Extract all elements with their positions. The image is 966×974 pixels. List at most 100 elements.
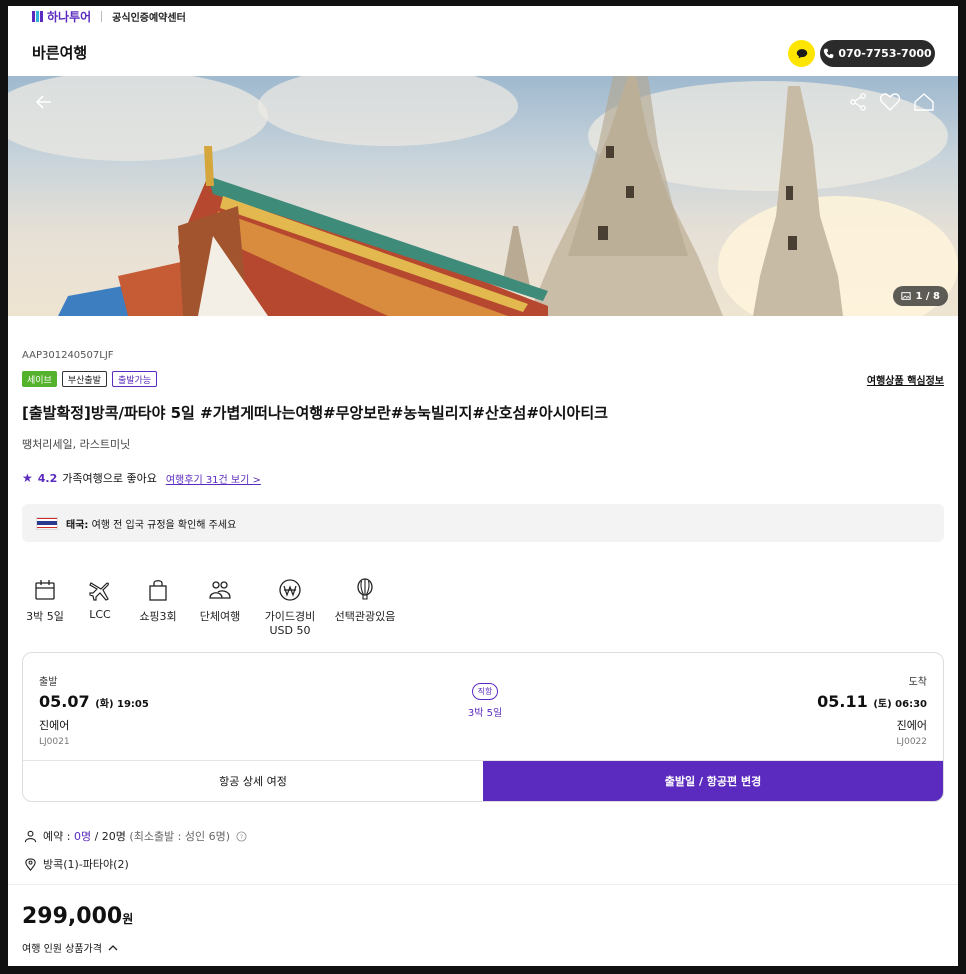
- home-icon: [914, 93, 934, 111]
- departure-info: 출발 05.07 (화) 19:05 진에어 LJ0021: [39, 673, 149, 747]
- airplane-icon: [89, 582, 109, 601]
- feature-label: 쇼핑3회: [139, 610, 177, 623]
- rating-score: 4.2: [37, 471, 58, 485]
- feature-label: LCC: [89, 608, 111, 621]
- flight-card: 출발 05.07 (화) 19:05 진에어 LJ0021 직항 3박 5일 도…: [22, 652, 944, 802]
- arrival-time: (토) 06:30: [873, 699, 927, 710]
- arrival-date: 05.11: [817, 692, 868, 711]
- feature-optional-tour: 선택관광있음: [328, 578, 402, 637]
- price-unit: 원: [122, 912, 134, 926]
- badge-available: 출발가능: [111, 371, 158, 387]
- booking-label: 예약 :: [43, 830, 71, 843]
- review-link[interactable]: 여행후기 31건 보기 >: [166, 471, 261, 486]
- change-flight-button[interactable]: 출발일 / 항공편 변경: [483, 761, 943, 801]
- brand-cert-label: 공식인증예약센터: [112, 13, 186, 24]
- section-divider: [8, 884, 958, 885]
- arrival-airline: 진에어: [896, 719, 927, 732]
- star-icon: ★: [22, 471, 33, 485]
- notice-country: 태국:: [66, 519, 89, 531]
- image-counter[interactable]: 1 / 8: [893, 286, 948, 306]
- heart-icon: [879, 93, 901, 111]
- badge-save: 세이브: [22, 371, 57, 387]
- duration-text: 3박 5일: [467, 708, 503, 719]
- chat-bubble-icon: [796, 48, 807, 58]
- feature-label: 단체여행: [199, 610, 241, 623]
- departure-time: (화) 19:05: [95, 699, 149, 710]
- feature-label: 3박 5일: [26, 610, 64, 623]
- shopping-bag-icon: [149, 580, 167, 601]
- rating-text: 가족여행으로 좋아요: [62, 472, 157, 485]
- departure-date: 05.07: [39, 692, 90, 711]
- calendar-icon: [35, 580, 55, 600]
- feature-list: 3박 5일 LCC 쇼핑3회 단체여행 가이드경비 USD 50 선택관광있음: [22, 578, 402, 637]
- won-coin-icon: [279, 579, 301, 601]
- balloon-icon: [357, 578, 373, 600]
- temple-scene-image: [8, 76, 958, 316]
- departure-label: 출발: [39, 677, 58, 688]
- notice-text: 여행 전 입국 규정을 확인해 주세요: [91, 519, 237, 531]
- help-icon[interactable]: ?: [236, 830, 247, 842]
- share-button[interactable]: [846, 90, 870, 114]
- hero-image[interactable]: 1 / 8: [8, 76, 958, 316]
- booking-total: / 20명: [94, 830, 126, 843]
- feature-airline-type: LCC: [72, 578, 128, 637]
- core-info-link[interactable]: 여행상품 핵심정보: [867, 372, 944, 387]
- phone-number: 070-7753-7000: [838, 47, 932, 60]
- person-icon: [24, 830, 37, 842]
- feature-guide-fee: 가이드경비 USD 50: [258, 578, 322, 637]
- direct-badge: 직항: [471, 683, 499, 700]
- feature-label: 선택관광있음: [334, 610, 396, 623]
- price-label: 여행 인원 상품가격: [22, 944, 102, 955]
- back-arrow-icon: [35, 95, 51, 109]
- feature-shopping: 쇼핑3회: [130, 578, 186, 637]
- image-counter-text: 1 / 8: [915, 290, 940, 302]
- departure-airline: 진에어: [39, 719, 70, 732]
- arrival-label: 도착: [908, 677, 927, 688]
- feature-label: 가이드경비: [264, 610, 316, 623]
- booking-status: 예약 : 0명 / 20명 (최소출발 : 성인 6명) ?: [24, 828, 247, 844]
- brand-divider: [101, 11, 103, 22]
- route-info: 방콕(1)-파타야(2): [24, 856, 129, 872]
- share-icon: [850, 93, 866, 111]
- home-button[interactable]: [912, 90, 936, 114]
- image-icon: [901, 292, 912, 300]
- product-subtitle: 땡처리세일, 라스트미닛: [22, 438, 131, 451]
- svg-text:?: ?: [240, 832, 243, 840]
- phone-icon: [824, 48, 834, 59]
- thailand-flag-icon: [36, 516, 58, 530]
- wishlist-button[interactable]: [878, 90, 902, 114]
- header: 하나투어 공식인증예약센터 바른여행 070-7753-7000: [8, 6, 958, 76]
- phone-call-button[interactable]: 070-7753-7000: [820, 40, 935, 67]
- kakao-chat-button[interactable]: [788, 40, 815, 67]
- departure-flight-number: LJ0021: [39, 737, 70, 747]
- feature-sub-label: USD 50: [269, 624, 311, 637]
- app-window: 하나투어 공식인증예약센터 바른여행 070-7753-7000 1 / 8 A…: [8, 6, 958, 966]
- feature-duration: 3박 5일: [22, 578, 68, 637]
- booking-minimum: (최소출발 : 성인 6명): [129, 830, 231, 843]
- entry-notice[interactable]: 태국: 여행 전 입국 규정을 확인해 주세요: [22, 504, 944, 542]
- brand-name: 하나투어: [47, 10, 92, 24]
- product-title: [출발확정]방콕/파타야 5일 #가볍게떠나는여행#무앙보란#농눅빌리지#산호섬…: [22, 404, 608, 422]
- product-code: AAP301240507LJF: [22, 350, 114, 361]
- hanatour-logo: 하나투어: [32, 8, 91, 25]
- hanatour-logo-icon: [32, 11, 43, 22]
- flight-duration: 직항 3박 5일: [465, 679, 505, 719]
- feature-group-tour: 단체여행: [190, 578, 250, 637]
- chevron-up-icon: [108, 945, 118, 951]
- badge-list: 세이브 부산출발 출발가능: [22, 371, 158, 387]
- flight-detail-button[interactable]: 항공 상세 여정: [23, 761, 483, 801]
- price-detail-toggle[interactable]: 여행 인원 상품가격: [22, 940, 118, 955]
- location-pin-icon: [25, 857, 36, 871]
- flight-actions: 항공 상세 여정 출발일 / 항공편 변경: [23, 760, 943, 801]
- group-icon: [209, 581, 231, 599]
- route-text: 방콕(1)-파타야(2): [43, 858, 129, 871]
- booking-count: 0명: [73, 830, 92, 843]
- badge-departure-city: 부산출발: [61, 371, 107, 387]
- back-button[interactable]: [32, 90, 56, 114]
- rating-summary: ★ 4.2 가족여행으로 좋아요 여행후기 31건 보기 >: [22, 470, 261, 486]
- price: 299,000원: [22, 904, 133, 929]
- brand[interactable]: 하나투어 공식인증예약센터: [32, 8, 186, 25]
- page-title: 바른여행: [32, 44, 88, 62]
- price-amount: 299,000: [22, 904, 123, 929]
- arrival-info: 도착 05.11 (토) 06:30 진에어 LJ0022: [817, 673, 927, 747]
